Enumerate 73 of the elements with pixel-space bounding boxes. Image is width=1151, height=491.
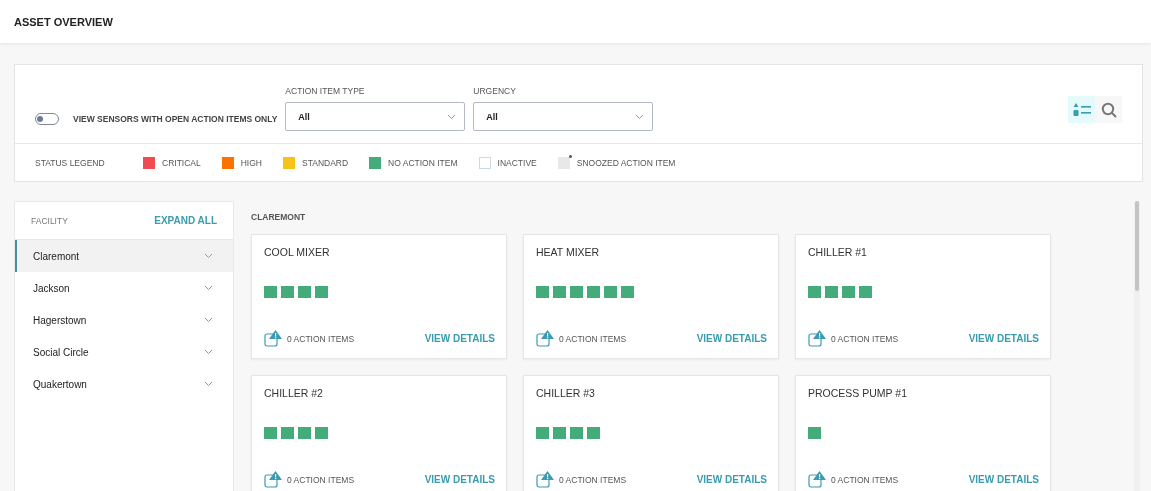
sensor-square[interactable] — [808, 286, 821, 298]
warning-icon — [264, 330, 283, 347]
sensor-square[interactable] — [570, 286, 583, 298]
warning-icon — [264, 471, 283, 488]
action-items-count: 0 ACTION ITEMS — [831, 333, 900, 344]
sensor-square[interactable] — [553, 427, 566, 439]
legend-label: NO ACTION ITEM — [388, 157, 458, 168]
warning-icon — [536, 330, 555, 347]
asset-name: HEAT MIXER — [536, 246, 601, 258]
asset-name: CHILLER #3 — [536, 387, 596, 399]
legend-label: STANDARD — [302, 157, 349, 168]
asset-name: CHILLER #1 — [808, 246, 868, 258]
chevron-down-icon — [204, 317, 213, 323]
sensor-square[interactable] — [315, 427, 328, 439]
sensor-square[interactable] — [604, 286, 617, 298]
sensor-square[interactable] — [842, 286, 855, 298]
section-title: CLAREMONT — [251, 212, 307, 222]
dropdown[interactable]: All — [473, 102, 654, 131]
sensor-square[interactable] — [315, 286, 328, 298]
asset-name: COOL MIXER — [264, 246, 331, 258]
dropdown-label: URGENCY — [473, 86, 517, 96]
toggle-label: VIEW SENSORS WITH OPEN ACTION ITEMS ONLY — [73, 114, 278, 124]
dropdown[interactable]: All — [285, 102, 466, 131]
facility-item[interactable]: Quakertown — [15, 368, 233, 400]
legend-label: INACTIVE — [497, 157, 537, 168]
facility-item[interactable]: Hagerstown — [15, 304, 233, 336]
sensor-square[interactable] — [587, 427, 600, 439]
action-items-count: 0 ACTION ITEMS — [559, 474, 628, 485]
warning-icon — [808, 471, 827, 488]
page-title: ASSET OVERVIEW — [14, 15, 113, 28]
sensor-square[interactable] — [536, 286, 549, 298]
sensor-square[interactable] — [859, 286, 872, 298]
view-button[interactable] — [1068, 96, 1095, 123]
action-items-count: 0 ACTION ITEMS — [287, 474, 356, 485]
search-icon — [1100, 101, 1117, 118]
sensor-square[interactable] — [570, 427, 583, 439]
sensor-square[interactable] — [264, 286, 277, 298]
sensor-square[interactable] — [825, 286, 838, 298]
sensor-square[interactable] — [298, 286, 311, 298]
list-icon — [1072, 102, 1091, 117]
chevron-down-icon — [635, 113, 645, 120]
sensor-square[interactable] — [621, 286, 634, 298]
chevron-down-icon — [447, 113, 457, 120]
sensor-square[interactable] — [536, 427, 549, 439]
chevron-down-icon — [204, 349, 213, 355]
sensor-square[interactable] — [298, 427, 311, 439]
chevron-down-icon — [204, 285, 213, 291]
sensor-square[interactable] — [587, 286, 600, 298]
warning-icon — [536, 471, 555, 488]
view-button[interactable] — [1095, 96, 1122, 123]
legend-label: SNOOZED ACTION ITEM — [576, 157, 676, 168]
sensor-square[interactable] — [281, 286, 294, 298]
facility-item[interactable]: Jackson — [15, 272, 233, 304]
facility-item[interactable]: Social Circle — [15, 336, 233, 368]
sidebar-title: FACILITY — [31, 215, 68, 226]
asset-name: CHILLER #2 — [264, 387, 324, 399]
sensor-square[interactable] — [553, 286, 566, 298]
legend-title: STATUS LEGEND — [35, 157, 106, 168]
action-items-count: 0 ACTION ITEMS — [831, 474, 900, 485]
sensor-square[interactable] — [264, 427, 277, 439]
legend-label: CRITICAL — [162, 157, 201, 168]
chevron-down-icon — [204, 381, 213, 387]
warning-icon — [808, 330, 827, 347]
scrollbar-thumb[interactable] — [1135, 201, 1139, 291]
sensor-square[interactable] — [808, 427, 821, 439]
action-items-count: 0 ACTION ITEMS — [287, 333, 356, 344]
sensor-square[interactable] — [281, 427, 294, 439]
facility-item[interactable]: Claremont — [15, 240, 233, 272]
legend-label: HIGH — [240, 157, 262, 168]
chevron-down-icon — [204, 253, 213, 259]
action-items-count: 0 ACTION ITEMS — [559, 333, 628, 344]
dropdown-label: ACTION ITEM TYPE — [285, 86, 366, 96]
asset-name: PROCESS PUMP #1 — [808, 387, 908, 399]
